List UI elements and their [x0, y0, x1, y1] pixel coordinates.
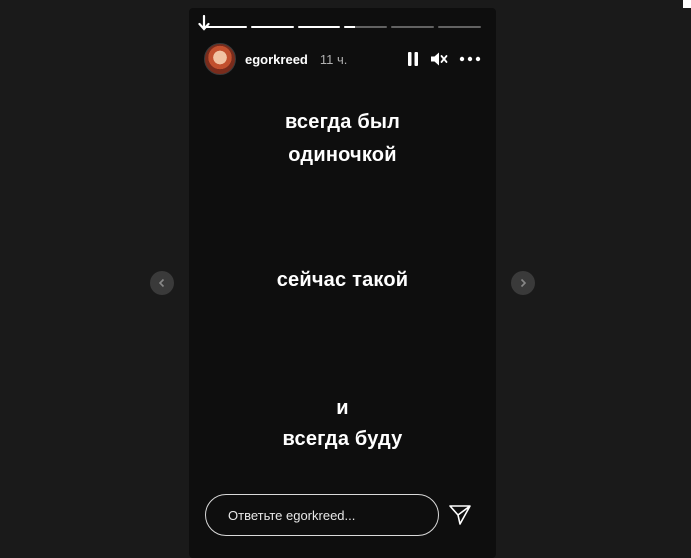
pause-button[interactable] — [407, 51, 419, 67]
story-viewer[interactable]: egorkreed 11 ч. всегда был одиночкой сей… — [189, 8, 496, 558]
send-button[interactable] — [448, 504, 472, 526]
chevron-left-icon — [158, 278, 165, 288]
chevron-right-icon — [520, 278, 527, 288]
story-time: 11 ч. — [319, 51, 348, 67]
story-text-line: сейчас такой — [276, 269, 409, 291]
arrow-cursor-icon — [198, 14, 210, 31]
send-icon — [449, 505, 471, 525]
progress-segment — [391, 26, 435, 28]
more-icon — [459, 56, 481, 62]
progress-segment — [438, 26, 481, 28]
mute-button[interactable] — [430, 51, 448, 67]
next-story-button[interactable] — [511, 271, 535, 295]
reply-input[interactable]: Ответьте egorkreed... — [205, 494, 439, 536]
story-text-line: всегда был — [284, 111, 401, 133]
username[interactable]: egorkreed — [245, 52, 308, 67]
story-progress — [204, 26, 481, 28]
pause-icon — [408, 52, 418, 66]
story-header: egorkreed 11 ч. — [204, 42, 481, 76]
story-text-line: и — [336, 397, 349, 419]
story-controls — [407, 51, 481, 67]
muted-speaker-icon — [431, 52, 448, 66]
corner-mark — [683, 0, 691, 8]
previous-story-button[interactable] — [150, 271, 174, 295]
story-text-line: всегда буду — [282, 428, 403, 450]
progress-segment — [297, 26, 341, 28]
progress-segment — [250, 26, 294, 28]
more-options-button[interactable] — [459, 56, 481, 62]
avatar[interactable] — [204, 43, 236, 75]
progress-segment — [344, 26, 388, 28]
reply-placeholder: Ответьте egorkreed... — [228, 507, 356, 523]
mouse-cursor — [197, 14, 211, 33]
story-text-line: одиночкой — [288, 144, 397, 166]
